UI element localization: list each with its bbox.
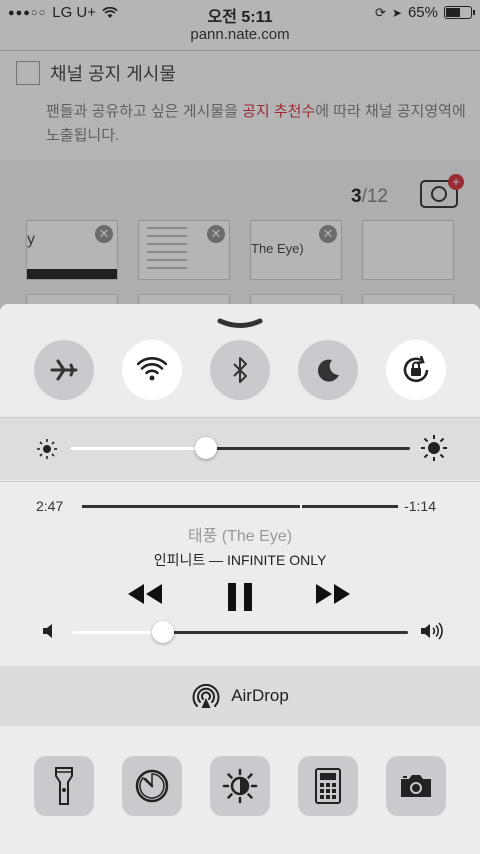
volume-slider-knob[interactable] bbox=[151, 621, 174, 643]
volume-high-icon bbox=[421, 622, 443, 640]
divider bbox=[0, 481, 480, 482]
timer-icon bbox=[135, 769, 169, 803]
airdrop-button[interactable]: AirDrop bbox=[0, 666, 480, 726]
airdrop-icon bbox=[192, 683, 220, 708]
rotation-lock-toggle[interactable] bbox=[386, 340, 446, 400]
do-not-disturb-toggle[interactable] bbox=[298, 340, 358, 400]
divider bbox=[0, 417, 480, 418]
calculator-icon bbox=[315, 768, 341, 804]
brightness-section bbox=[0, 418, 480, 480]
airplane-mode-toggle[interactable] bbox=[34, 340, 94, 400]
song-title: 태풍 (The Eye) bbox=[187, 528, 293, 545]
brightness-slider-knob[interactable] bbox=[195, 437, 217, 459]
elapsed-time: 2:47 bbox=[36, 498, 64, 514]
wifi-toggle[interactable] bbox=[122, 340, 182, 400]
dismiss-handle-icon[interactable] bbox=[216, 318, 264, 330]
bluetooth-toggle[interactable] bbox=[210, 340, 270, 400]
pause-button[interactable] bbox=[226, 582, 254, 612]
brightness-high-icon bbox=[421, 435, 447, 461]
moon-icon bbox=[317, 359, 339, 382]
rotation-lock-icon bbox=[403, 355, 429, 383]
flashlight-button[interactable] bbox=[34, 756, 94, 816]
bluetooth-icon bbox=[233, 357, 247, 383]
camera-button[interactable] bbox=[386, 756, 446, 816]
playback-position-marker[interactable] bbox=[300, 503, 303, 510]
remaining-time: -1:14 bbox=[404, 498, 436, 514]
fast-forward-icon bbox=[316, 584, 350, 604]
fast-forward-button[interactable] bbox=[314, 582, 352, 606]
toggle-row bbox=[0, 340, 480, 402]
brightness-low-icon bbox=[37, 439, 57, 459]
night-shift-button[interactable] bbox=[210, 756, 270, 816]
quick-actions-row bbox=[0, 756, 480, 818]
rewind-button[interactable] bbox=[126, 582, 164, 606]
playback-progress-bar[interactable] bbox=[82, 503, 398, 510]
flashlight-icon bbox=[55, 767, 73, 805]
dim-overlay bbox=[0, 0, 480, 310]
wifi-icon bbox=[137, 357, 167, 381]
airplane-icon bbox=[50, 359, 78, 381]
pause-icon bbox=[228, 583, 252, 611]
brightness-slider-fill bbox=[70, 447, 206, 450]
control-center: 2:47 -1:14 태풍 (The Eye) 인피니트 — INFINITE … bbox=[0, 304, 480, 854]
rewind-icon bbox=[128, 584, 162, 604]
volume-slider-fill bbox=[72, 631, 163, 634]
night-shift-icon bbox=[222, 768, 258, 804]
timer-button[interactable] bbox=[122, 756, 182, 816]
artist-album: 인피니트 — INFINITE ONLY bbox=[153, 552, 327, 568]
music-player: 2:47 -1:14 태풍 (The Eye) 인피니트 — INFINITE … bbox=[0, 482, 480, 666]
calculator-button[interactable] bbox=[298, 756, 358, 816]
airdrop-label: AirDrop bbox=[231, 686, 289, 705]
volume-low-icon bbox=[43, 624, 52, 638]
camera-icon bbox=[401, 775, 431, 797]
